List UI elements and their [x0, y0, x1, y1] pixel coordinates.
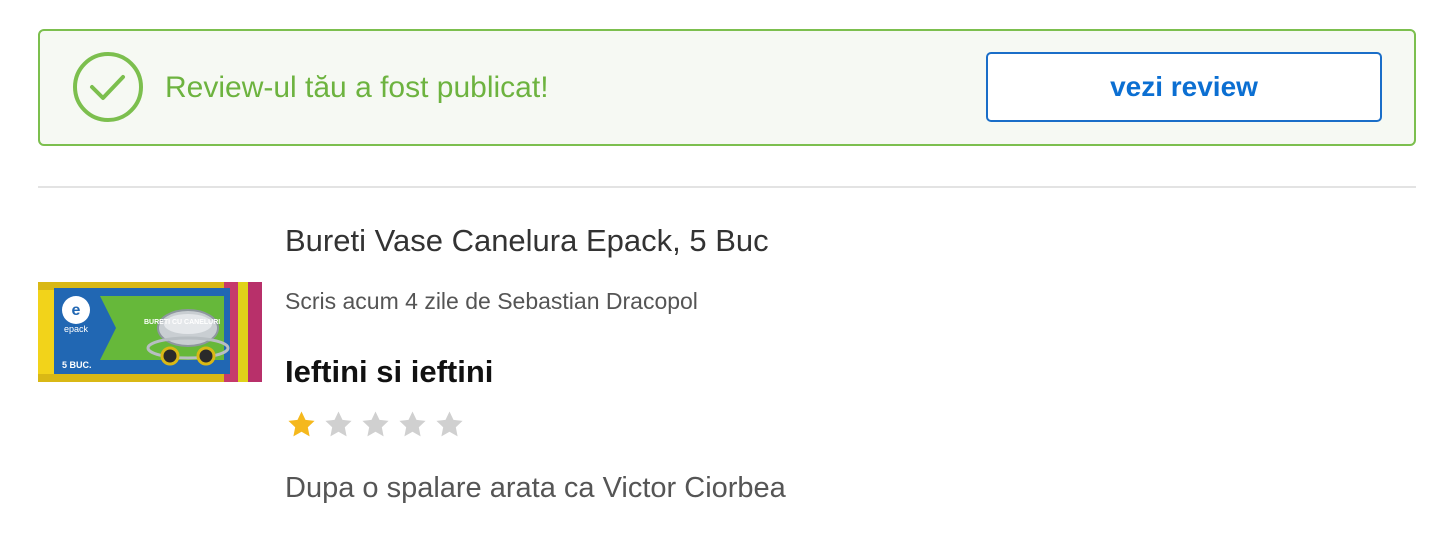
rating-stars: [285, 408, 466, 446]
star-empty-icon: [362, 411, 389, 437]
review-meta: Scris acum 4 zile de Sebastian Dracopol: [285, 288, 698, 314]
star-empty-icon: [399, 411, 426, 437]
product-image[interactable]: epack e BURETI CU CANELURI 5 BUC.: [38, 280, 262, 384]
product-title[interactable]: Bureti Vase Canelura Epack, 5 Buc: [285, 221, 769, 261]
star-empty-icon: [436, 411, 463, 437]
success-banner: Review-ul tău a fost publicat! vezi revi…: [38, 29, 1416, 146]
star-empty-icon: [325, 411, 352, 437]
star-filled-icon: [288, 411, 315, 437]
view-review-button[interactable]: vezi review: [986, 52, 1382, 122]
divider: [38, 186, 1416, 188]
svg-text:e: e: [72, 302, 81, 319]
check-circle-icon: [73, 52, 143, 122]
banner-message: Review-ul tău a fost publicat!: [165, 71, 549, 104]
product-count-text: 5 BUC.: [62, 360, 92, 370]
product-label-text: BURETI CU CANELURI: [144, 319, 220, 326]
review-title: Ieftini si ieftini: [285, 354, 494, 389]
product-brand-logo: epack: [64, 324, 89, 334]
review-body: Dupa o spalare arata ca Victor Ciorbea: [285, 472, 786, 504]
